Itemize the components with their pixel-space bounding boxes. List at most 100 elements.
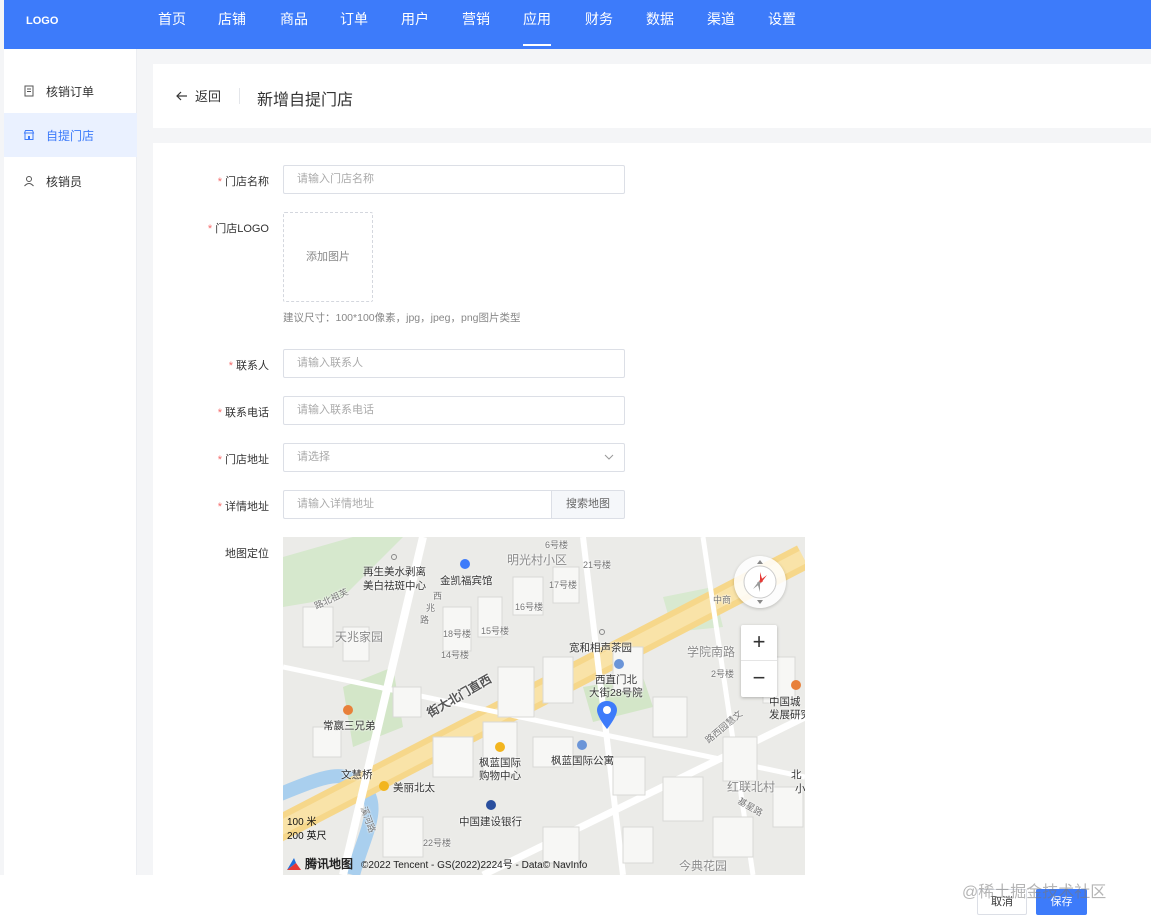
map-place: 红联北村 bbox=[727, 780, 776, 794]
building-icon bbox=[614, 659, 624, 669]
logo: LOGO bbox=[26, 15, 59, 27]
arrow-left-icon bbox=[176, 91, 187, 100]
address-input[interactable]: 请输入详情地址 bbox=[283, 490, 551, 519]
region-select-value: 请选择 bbox=[297, 451, 330, 463]
required-mark: * bbox=[207, 223, 213, 235]
region-select[interactable]: 请选择 bbox=[283, 443, 625, 472]
page-header: 返回 新增自提门店 bbox=[153, 64, 1151, 128]
map-place: 中商 bbox=[713, 595, 732, 605]
restaurant-icon bbox=[791, 680, 801, 690]
map-view[interactable]: 明光村小区 6号楼 21号楼 17号楼 16号楼 15号楼 18号楼 14号楼 … bbox=[283, 537, 805, 875]
contact-input[interactable]: 请输入联系人 bbox=[283, 349, 625, 378]
back-button[interactable]: 返回 bbox=[175, 86, 221, 105]
map-place: 21号楼 bbox=[583, 560, 612, 570]
user-icon bbox=[24, 176, 34, 187]
required-mark: * bbox=[228, 360, 233, 372]
scale-imperial: 200 英尺 bbox=[287, 831, 327, 842]
building-icon bbox=[577, 740, 587, 750]
location-pin-icon bbox=[597, 701, 617, 729]
zoom-control: + − bbox=[741, 625, 777, 697]
scale-metric: 100 米 bbox=[287, 817, 317, 828]
map-place: 文慧桥 bbox=[341, 769, 373, 781]
map-place: 明光村小区 bbox=[507, 553, 568, 567]
map-place: 14号楼 bbox=[441, 650, 470, 660]
sidebar-item-label: 自提门店 bbox=[46, 128, 95, 143]
zoom-in-button[interactable]: + bbox=[741, 625, 777, 661]
nav-home[interactable]: 首页 bbox=[158, 10, 186, 46]
tencent-map-logo: 腾讯地图 bbox=[287, 855, 353, 872]
nav-apps[interactable]: 应用 bbox=[523, 10, 551, 46]
map-place: 美丽北太 bbox=[393, 782, 435, 794]
map-place: 宽和相声茶园 bbox=[569, 642, 632, 654]
address-label: * 详情地址 bbox=[217, 501, 269, 513]
header-divider bbox=[239, 88, 240, 104]
store-form: * 门店名称 请输入门店名称 * 门店LOGO 添加图片 建议尺寸：100*100像… bbox=[153, 143, 1151, 875]
compass-icon bbox=[743, 560, 777, 604]
chevron-down-icon bbox=[604, 454, 614, 460]
store-name-input[interactable]: 请输入门店名称 bbox=[283, 165, 625, 194]
compass-control[interactable] bbox=[734, 556, 786, 608]
poi-dot-icon bbox=[391, 554, 397, 560]
map-place: 北 bbox=[791, 769, 802, 781]
map-place: 大街28号院 bbox=[589, 687, 643, 699]
map-place: 再生美水剥离 bbox=[363, 566, 426, 578]
map-place: 路 bbox=[420, 615, 430, 625]
map-place: 22号楼 bbox=[423, 838, 452, 848]
nav-channels[interactable]: 渠道 bbox=[707, 10, 735, 46]
store-logo-label: * 门店LOGO bbox=[207, 223, 269, 235]
map-place: 15号楼 bbox=[481, 626, 510, 636]
nav-data[interactable]: 数据 bbox=[646, 10, 674, 46]
logo-hint: 建议尺寸：100*100像素，jpg，jpeg，png图片类型 bbox=[283, 312, 521, 324]
search-map-button[interactable]: 搜索地图 bbox=[551, 490, 625, 519]
restaurant-icon bbox=[343, 705, 353, 715]
nav-marketing[interactable]: 营销 bbox=[462, 10, 490, 46]
map-base bbox=[283, 537, 805, 875]
sidebar-item-label: 核销员 bbox=[46, 174, 83, 189]
region-label: * 门店地址 bbox=[217, 454, 269, 466]
nav-settings[interactable]: 设置 bbox=[768, 10, 796, 46]
sidebar-item-pickup-stores[interactable]: 自提门店 bbox=[4, 113, 137, 157]
phone-label: * 联系电话 bbox=[217, 407, 269, 419]
watermark: @稀土掘金技术社区 bbox=[962, 884, 1107, 901]
map-attribution: 腾讯地图 ©2022 Tencent - GS(2022)2224号 - Dat… bbox=[287, 855, 587, 872]
required-mark: * bbox=[217, 407, 222, 419]
store-icon bbox=[23, 130, 35, 140]
hotel-icon bbox=[460, 559, 470, 569]
required-mark: * bbox=[217, 501, 222, 513]
nav-orders[interactable]: 订单 bbox=[340, 10, 368, 46]
bank-icon bbox=[486, 800, 496, 810]
map-copyright: ©2022 Tencent - GS(2022)2224号 - Data© Na… bbox=[361, 860, 588, 871]
tencent-map-icon bbox=[287, 857, 301, 870]
required-mark: * bbox=[217, 454, 222, 466]
nav-finance[interactable]: 财务 bbox=[585, 10, 613, 46]
top-nav-bar: LOGO 首页 店铺 商品 订单 用户 营销 应用 财务 数据 渠道 设置 bbox=[4, 0, 1151, 49]
phone-input[interactable]: 请输入联系电话 bbox=[283, 396, 625, 425]
map-place: 金凯福宾馆 bbox=[440, 575, 493, 587]
sidebar-item-label: 核销订单 bbox=[46, 84, 95, 99]
map-place: 6号楼 bbox=[545, 540, 569, 550]
map-place: 小 bbox=[795, 783, 805, 795]
map-place: 常嬴三兄弟 bbox=[323, 720, 376, 732]
logo-upload[interactable]: 添加图片 bbox=[283, 212, 373, 302]
nav-users[interactable]: 用户 bbox=[401, 10, 429, 46]
nav-products[interactable]: 商品 bbox=[280, 10, 308, 46]
nav-shop[interactable]: 店铺 bbox=[218, 10, 246, 46]
required-mark: * bbox=[217, 176, 222, 188]
shopping-icon bbox=[495, 742, 505, 752]
map-place: 发展研究 bbox=[769, 709, 805, 721]
back-label: 返回 bbox=[195, 89, 222, 104]
map-place: 18号楼 bbox=[443, 629, 472, 639]
map-place: 16号楼 bbox=[515, 602, 544, 612]
map-place: 学院南路 bbox=[687, 645, 736, 659]
map-place: 2号楼 bbox=[711, 669, 735, 679]
zoom-out-button[interactable]: − bbox=[741, 661, 777, 697]
map-place: 购物中心 bbox=[479, 770, 521, 782]
sidebar-item-verifiers[interactable]: 核销员 bbox=[4, 159, 137, 203]
poi-dot-icon bbox=[599, 629, 605, 635]
map-label: 地图定位 bbox=[225, 548, 269, 560]
map-place: 今典花园 bbox=[679, 859, 728, 873]
sidebar-item-verify-orders[interactable]: 核销订单 bbox=[4, 69, 137, 113]
map-place: 枫蓝国际公寓 bbox=[551, 755, 614, 767]
map-place: 天兆家园 bbox=[335, 630, 384, 644]
map-place: 美白祛斑中心 bbox=[363, 580, 426, 592]
